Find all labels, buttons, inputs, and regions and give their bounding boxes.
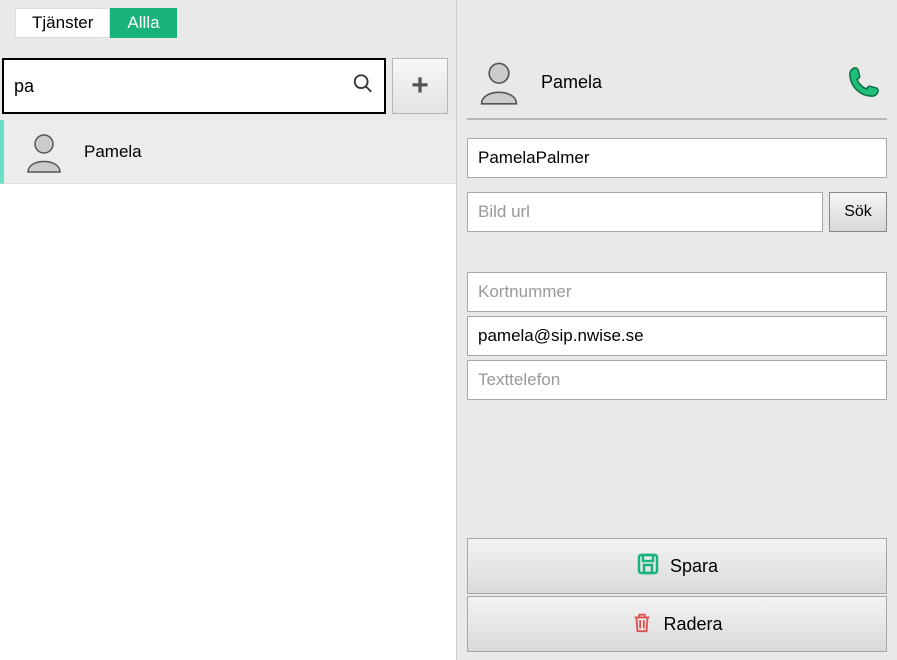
app-root: Tjänster Allla +	[0, 0, 897, 660]
search-row: +	[0, 38, 456, 120]
delete-label: Radera	[663, 614, 722, 635]
avatar-icon	[22, 130, 66, 174]
left-panel: Tjänster Allla +	[0, 0, 457, 660]
delete-button[interactable]: Radera	[467, 596, 887, 652]
avatar-icon	[475, 58, 523, 106]
sip-field[interactable]	[467, 316, 887, 356]
search-input[interactable]	[2, 58, 386, 114]
list-item[interactable]: Pamela	[0, 120, 456, 184]
add-contact-button[interactable]: +	[392, 58, 448, 114]
image-url-row: Sök	[467, 192, 887, 232]
save-label: Spara	[670, 556, 718, 577]
search-wrap	[2, 58, 386, 114]
short-number-field[interactable]	[467, 272, 887, 312]
tab-bar: Tjänster Allla	[0, 0, 456, 38]
detail-title: Pamela	[541, 72, 829, 93]
tab-services[interactable]: Tjänster	[15, 8, 110, 38]
contact-fields	[467, 272, 887, 400]
detail-form: Sök	[467, 120, 887, 400]
list-empty-area	[0, 184, 456, 660]
contact-name: Pamela	[84, 142, 142, 162]
trash-icon	[631, 610, 653, 639]
save-icon	[636, 552, 660, 581]
spacer	[467, 232, 887, 272]
image-url-field[interactable]	[467, 192, 823, 232]
phone-icon[interactable]	[847, 65, 881, 99]
spacer	[467, 400, 887, 538]
name-field[interactable]	[467, 138, 887, 178]
detail-panel: Pamela Sök	[457, 0, 897, 660]
detail-header: Pamela	[467, 0, 887, 120]
textphone-field[interactable]	[467, 360, 887, 400]
contact-list: Pamela	[0, 120, 456, 660]
save-button[interactable]: Spara	[467, 538, 887, 594]
search-image-button[interactable]: Sök	[829, 192, 887, 232]
tab-all[interactable]: Allla	[110, 8, 176, 38]
